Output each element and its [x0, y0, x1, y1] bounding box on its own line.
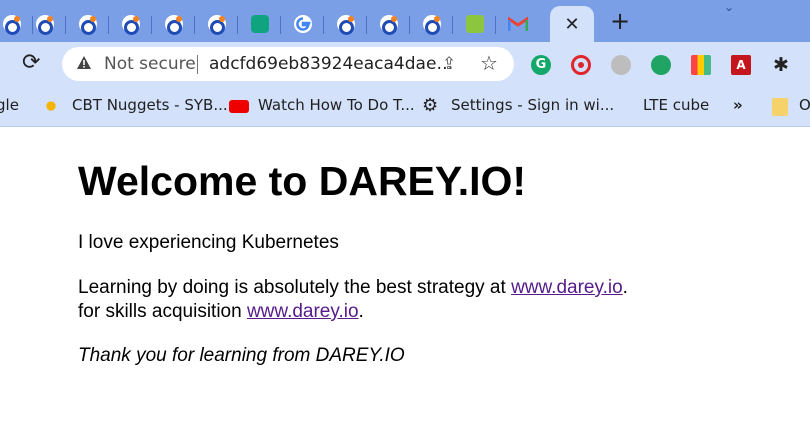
- pdf-icon[interactable]: A: [731, 55, 751, 75]
- browser-tab[interactable]: [195, 6, 238, 42]
- browser-tab[interactable]: [238, 6, 281, 42]
- bookmark-item[interactable]: O: [799, 96, 810, 114]
- security-status[interactable]: Not secure: [104, 54, 196, 74]
- site-favicon-icon: [2, 15, 21, 35]
- browser-toolbar: ⟳ Not secure adcfd69eb83924eaca4dae… ⇪ ☆…: [0, 42, 810, 87]
- grammarly-icon[interactable]: G: [531, 55, 551, 75]
- bookmark-item[interactable]: Settings - Sign in wi...: [451, 96, 614, 114]
- divider: [197, 55, 198, 74]
- apps-grid-icon[interactable]: [691, 55, 711, 75]
- site-favicon-icon: [207, 15, 226, 35]
- youtube-icon: [229, 100, 249, 113]
- site-favicon-icon: [336, 15, 355, 35]
- bookmark-item[interactable]: gle: [0, 96, 19, 114]
- openai-icon: [250, 15, 269, 33]
- music-icon[interactable]: [611, 55, 631, 75]
- site-favicon-icon: [422, 15, 441, 35]
- record-icon[interactable]: [571, 55, 591, 75]
- folder-icon: [772, 98, 788, 116]
- browser-tab[interactable]: [496, 6, 539, 42]
- paragraph-text: Learning by doing is absolutely the best…: [78, 277, 512, 298]
- browser-tab[interactable]: [453, 6, 496, 42]
- paragraph-learning: Learning by doing is absolutely the best…: [78, 277, 628, 299]
- cbt-nuggets-icon: [43, 98, 59, 114]
- more-bookmarks-button[interactable]: »: [733, 96, 743, 114]
- punctuation: .: [622, 277, 628, 298]
- paragraph-text: for skills acquisition: [78, 301, 247, 322]
- extensions-puzzle-icon[interactable]: ✱: [771, 55, 791, 75]
- browser-tab[interactable]: [410, 6, 453, 42]
- tab-strip: ✕ + ⌄: [0, 0, 810, 42]
- bookmark-item[interactable]: Watch How To Do T...: [258, 96, 415, 114]
- punctuation: .: [358, 301, 364, 322]
- page-title: Welcome to DAREY.IO!: [78, 158, 527, 204]
- darey-link[interactable]: www.darey.io: [511, 277, 623, 298]
- darey-link[interactable]: www.darey.io: [247, 301, 359, 322]
- share-icon[interactable]: ⇪: [442, 54, 456, 74]
- address-bar[interactable]: Not secure adcfd69eb83924eaca4dae… ⇪ ☆: [62, 47, 514, 81]
- new-tab-button[interactable]: +: [606, 8, 634, 36]
- thank-you-text: Thank you for learning from DAREY.IO: [78, 345, 405, 366]
- browser-tab[interactable]: [367, 6, 410, 42]
- browser-tab[interactable]: [66, 6, 109, 42]
- chevron-down-icon[interactable]: ⌄: [719, 0, 739, 14]
- site-favicon-icon: [78, 15, 97, 35]
- gmail-icon: [507, 16, 528, 31]
- browser-tab[interactable]: [324, 6, 367, 42]
- paragraph-skills: for skills acquisition www.darey.io.: [78, 301, 364, 323]
- active-browser-tab[interactable]: ✕: [550, 6, 594, 42]
- close-tab-icon[interactable]: ✕: [564, 14, 579, 35]
- bookmark-star-icon[interactable]: ☆: [480, 51, 498, 75]
- site-favicon-icon: [121, 15, 140, 35]
- page-content: Welcome to DAREY.IO! I love experiencing…: [0, 128, 810, 437]
- url-text[interactable]: adcfd69eb83924eaca4dae…: [209, 54, 453, 74]
- site-favicon-icon: [164, 15, 183, 35]
- paragraph-kubernetes: I love experiencing Kubernetes: [78, 232, 339, 253]
- warning-icon[interactable]: [76, 55, 92, 71]
- browser-tab[interactable]: [152, 6, 195, 42]
- bookmarks-bar: gle CBT Nuggets - SYB... Watch How To Do…: [0, 87, 810, 127]
- site-favicon-icon: [379, 15, 398, 35]
- browser-tab[interactable]: [109, 6, 152, 42]
- browser-tab[interactable]: [23, 6, 66, 42]
- smiley-icon: [465, 15, 484, 33]
- site-favicon-icon: [35, 15, 54, 35]
- browser-tab[interactable]: [281, 6, 324, 42]
- gear-icon: ⚙: [422, 95, 439, 116]
- bookmark-item[interactable]: CBT Nuggets - SYB...: [72, 96, 228, 114]
- bookmark-item[interactable]: LTE cube: [643, 96, 709, 114]
- reload-icon[interactable]: ⟳: [22, 52, 46, 76]
- google-icon: [293, 15, 312, 33]
- sync-icon[interactable]: [651, 55, 671, 75]
